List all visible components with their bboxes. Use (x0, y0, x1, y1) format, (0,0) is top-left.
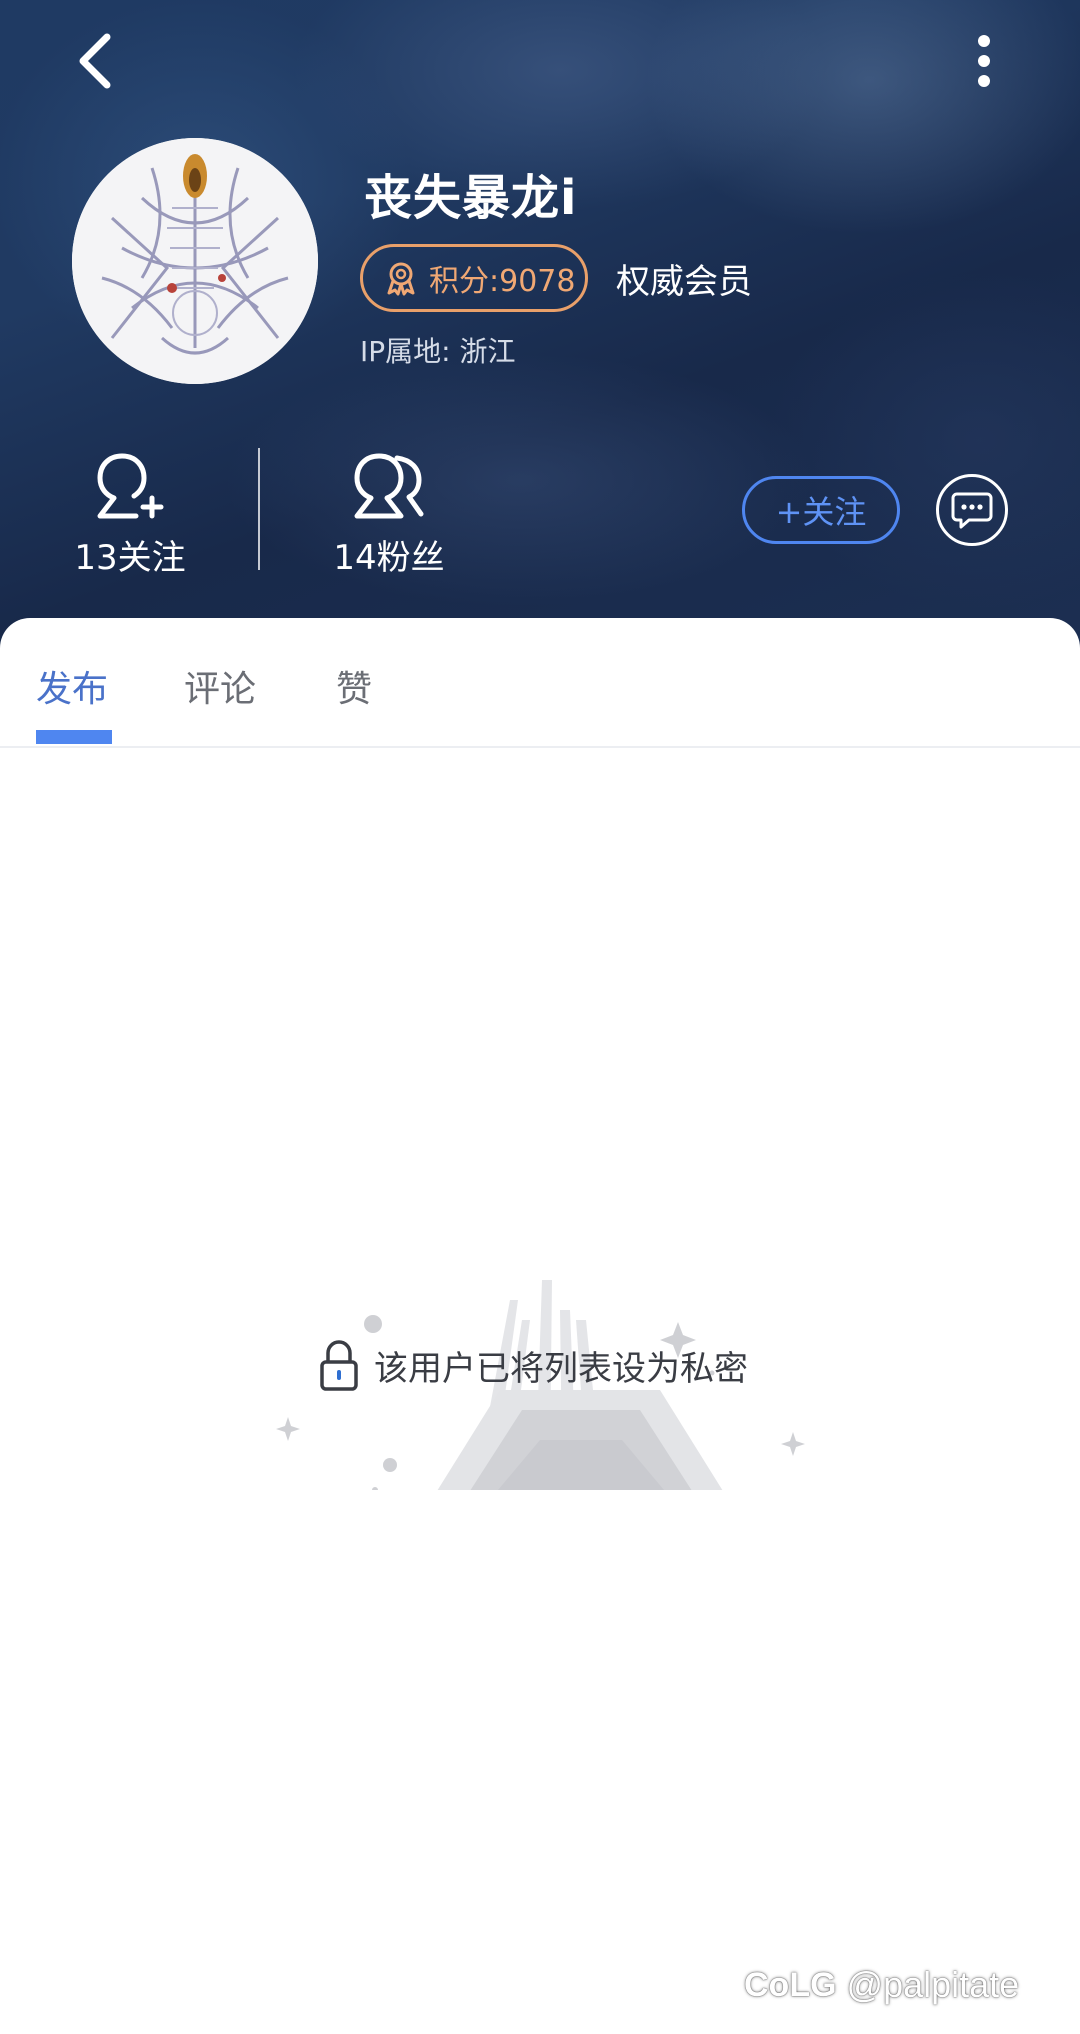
medal-icon (383, 260, 419, 296)
empty-state-illustration (260, 840, 820, 1733)
tab-comments[interactable]: 评论 (184, 660, 256, 712)
lock-icon (318, 1338, 360, 1392)
private-list-notice: 该用户已将列表设为私密 (318, 1338, 748, 1392)
username: 丧失暴龙i (364, 170, 578, 226)
tab-publish[interactable]: 发布 (36, 660, 108, 712)
tab-likes[interactable]: 赞 (336, 660, 372, 712)
points-badge[interactable]: 积分:9078 (360, 244, 588, 312)
active-tab-indicator (36, 730, 112, 744)
user-add-icon (97, 453, 164, 519)
chevron-left-icon (79, 33, 111, 89)
back-button[interactable] (60, 24, 130, 98)
ip-location: IP属地: 浙江 (360, 335, 516, 368)
following-count: 13关注 (74, 538, 186, 578)
points-label: 积分:9078 (429, 264, 576, 299)
profile-header: 丧失暴龙i 积分:9078 权威会员 IP属地: 浙江 13关注 14粉丝 +关… (0, 0, 1080, 660)
avatar[interactable] (72, 138, 318, 384)
member-level-label: 权威会员 (616, 262, 752, 302)
empty-box-mascot-icon (276, 1280, 805, 1733)
follow-button[interactable]: +关注 (742, 476, 900, 544)
tab-bar: 发布 评论 赞 (0, 618, 1080, 748)
more-button[interactable] (960, 24, 1008, 98)
chat-bubble-icon (951, 492, 993, 529)
private-notice-text: 该用户已将列表设为私密 (374, 1348, 748, 1389)
stat-divider (258, 448, 260, 570)
fans-count: 14粉丝 (333, 538, 445, 578)
following-stat[interactable]: 13关注 (45, 450, 215, 579)
more-vertical-icon (978, 35, 990, 87)
users-icon (354, 453, 424, 519)
avatar-artwork-icon (72, 138, 318, 384)
profile-page: 丧失暴龙i 积分:9078 权威会员 IP属地: 浙江 13关注 14粉丝 +关… (0, 0, 1080, 2034)
fans-stat[interactable]: 14粉丝 (304, 450, 474, 579)
message-button[interactable] (936, 474, 1008, 546)
